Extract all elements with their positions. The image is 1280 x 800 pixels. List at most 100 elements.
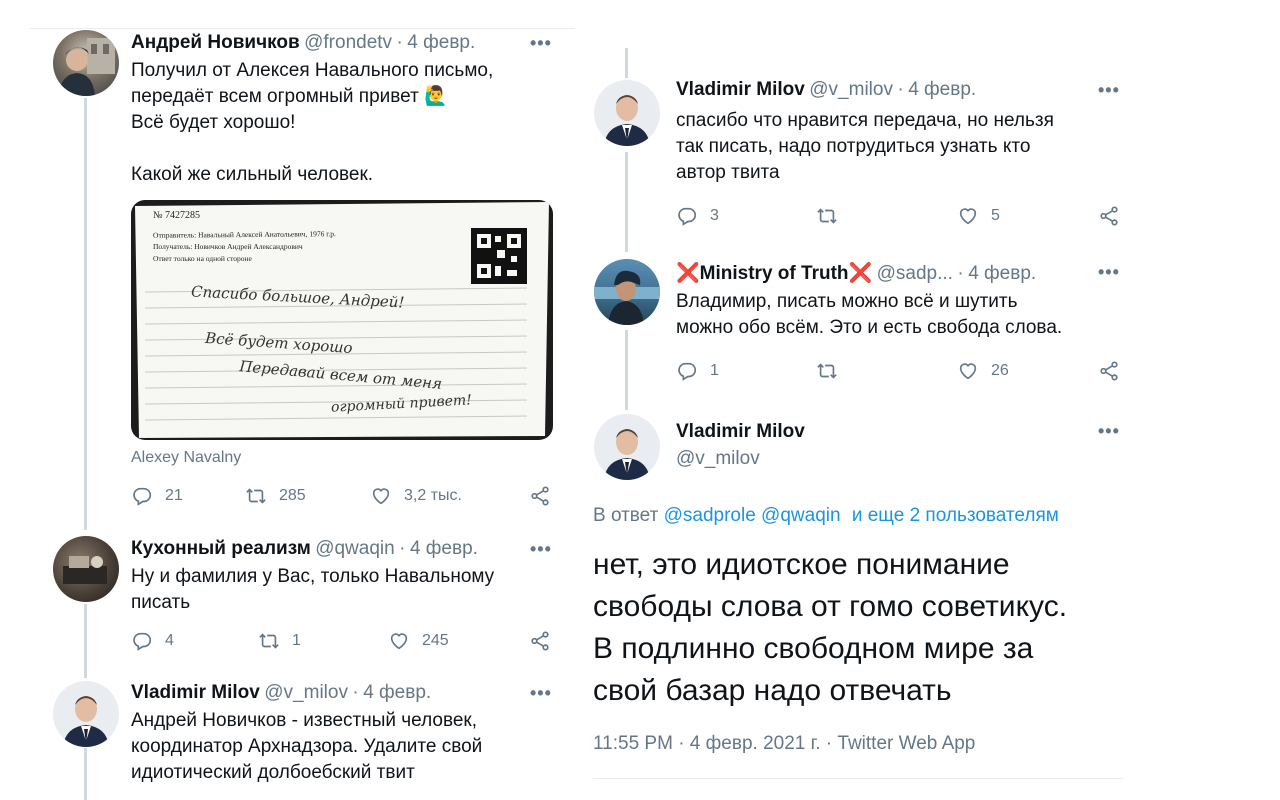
letter-recipient: Получатель: Новичков Андрей Александрови… xyxy=(153,242,303,251)
tweet-date[interactable]: 4 февр. xyxy=(410,538,478,559)
share-button[interactable] xyxy=(1098,360,1120,382)
tweet-date[interactable]: 4 февр. xyxy=(407,32,475,53)
reply-icon xyxy=(676,205,698,227)
tweet-text: спасибо что нравится передача, но нельзя… xyxy=(676,110,1054,183)
reply-prefix: В ответ xyxy=(593,505,659,526)
like-count: 26 xyxy=(991,362,1009,379)
dot-separator: · xyxy=(897,79,904,100)
author-handle[interactable]: @qwaqin xyxy=(315,538,395,559)
reply-button[interactable]: 4 xyxy=(131,630,174,652)
share-button[interactable] xyxy=(1098,205,1120,227)
retweet-icon xyxy=(258,630,280,652)
thread-line xyxy=(625,152,628,252)
author-handle[interactable]: @v_milov xyxy=(676,448,760,470)
reply-icon xyxy=(676,360,698,382)
like-button[interactable]: 5 xyxy=(957,205,1000,227)
tweet-date[interactable]: 4 февр. xyxy=(363,682,431,703)
tweet-date[interactable]: 4 февр. xyxy=(908,79,976,100)
letter-note: Ответ только на одной стороне xyxy=(153,254,252,263)
more-options-icon[interactable]: ••• xyxy=(1098,80,1120,101)
reply-button[interactable]: 1 xyxy=(676,360,719,382)
reply-count: 4 xyxy=(165,632,174,649)
share-button[interactable] xyxy=(529,630,551,652)
heart-icon xyxy=(957,205,979,227)
author-name[interactable]: Кухонный реализм xyxy=(131,538,311,559)
retweet-button[interactable] xyxy=(816,205,850,227)
retweet-icon xyxy=(816,205,838,227)
avatar[interactable] xyxy=(53,681,119,747)
more-options-icon[interactable]: ••• xyxy=(1098,421,1120,442)
retweet-button[interactable] xyxy=(816,360,850,382)
thread-line xyxy=(84,98,87,530)
tweet-text: нет, это идиотское понимание свободы сло… xyxy=(593,548,1068,707)
retweet-count: 1 xyxy=(292,632,301,649)
retweet-icon xyxy=(245,485,267,507)
share-icon xyxy=(529,485,551,507)
more-options-icon[interactable]: ••• xyxy=(530,33,552,54)
thread-line xyxy=(625,330,628,410)
heart-icon xyxy=(388,630,410,652)
avatar[interactable] xyxy=(594,259,660,325)
avatar[interactable] xyxy=(594,80,660,146)
like-count: 245 xyxy=(422,632,449,649)
author-name[interactable]: Ministry of Truth xyxy=(700,263,849,284)
dot-separator: · xyxy=(957,263,964,284)
reply-button[interactable]: 3 xyxy=(676,205,719,227)
author-handle[interactable]: @v_milov xyxy=(809,79,893,100)
tweet-text: Андрей Новичков - известный человек, коо… xyxy=(131,710,483,783)
photo-caption[interactable]: Alexey Navalny xyxy=(131,449,241,467)
author-handle[interactable]: @sadp... xyxy=(877,263,953,284)
like-button[interactable]: 245 xyxy=(388,630,449,652)
like-count: 5 xyxy=(991,207,1000,224)
dot-separator: · xyxy=(396,32,403,53)
tweet-photo[interactable]: № 7427285 Отправитель: Навальный Алексей… xyxy=(131,200,553,440)
retweet-button[interactable]: 285 xyxy=(245,485,306,507)
reply-count: 21 xyxy=(165,487,183,504)
author-name[interactable]: Vladimir Milov xyxy=(676,79,805,100)
avatar[interactable] xyxy=(594,414,660,480)
like-button[interactable]: 3,2 тыс. xyxy=(370,485,462,507)
heart-icon xyxy=(370,485,392,507)
more-options-icon[interactable]: ••• xyxy=(530,683,552,704)
thread-line xyxy=(625,48,628,78)
author-name[interactable]: Андрей Новичков xyxy=(131,32,300,53)
reply-button[interactable]: 21 xyxy=(131,485,183,507)
reply-icon xyxy=(131,630,153,652)
author-handle[interactable]: @v_milov xyxy=(264,682,348,703)
author-name-suffix-cross-icon: ❌ xyxy=(848,263,873,284)
avatar[interactable] xyxy=(53,30,119,96)
reply-to-users-link[interactable]: @sadprole @qwaqin xyxy=(664,505,841,526)
reply-context: В ответ @sadprole @qwaqin и еще 2 пользо… xyxy=(593,505,1059,527)
more-options-icon[interactable]: ••• xyxy=(1098,262,1120,283)
share-icon xyxy=(1098,205,1120,227)
like-button[interactable]: 26 xyxy=(957,360,1009,382)
tweet-text: Владимир, писать можно всё и шутить можн… xyxy=(676,291,1063,338)
share-button[interactable] xyxy=(529,485,551,507)
tweet-date[interactable]: 4 февр. xyxy=(968,263,1036,284)
author-handle[interactable]: @frondetv xyxy=(304,32,392,53)
thread-line xyxy=(84,748,87,800)
share-icon xyxy=(529,630,551,652)
letter-number: № 7427285 xyxy=(153,210,201,221)
divider xyxy=(593,778,1123,779)
retweet-button[interactable]: 1 xyxy=(258,630,301,652)
reply-icon xyxy=(131,485,153,507)
divider xyxy=(30,28,575,29)
author-name-prefix-cross-icon: ❌ xyxy=(676,263,700,284)
tweet-text: Получил от Алексея Навального письмо, пе… xyxy=(131,60,494,185)
dot-separator: · xyxy=(399,538,406,559)
author-name[interactable]: Vladimir Milov xyxy=(676,421,805,443)
more-options-icon[interactable]: ••• xyxy=(530,539,552,560)
retweet-count: 285 xyxy=(279,487,306,504)
tweet-timestamp[interactable]: 11:55 PM · 4 февр. 2021 г. · Twitter Web… xyxy=(593,733,975,755)
dot-separator: · xyxy=(352,682,359,703)
reply-to-more-link[interactable]: и еще 2 пользователям xyxy=(852,505,1059,526)
heart-icon xyxy=(957,360,979,382)
like-count: 3,2 тыс. xyxy=(404,487,462,504)
letter-sender: Отправитель: Навальный Алексей Анатольев… xyxy=(152,229,336,240)
avatar[interactable] xyxy=(53,536,119,602)
author-name[interactable]: Vladimir Milov xyxy=(131,682,260,703)
share-icon xyxy=(1098,360,1120,382)
tweet-text: Ну и фамилия у Вас, только Навальному пи… xyxy=(131,566,495,613)
reply-count: 1 xyxy=(710,362,719,379)
